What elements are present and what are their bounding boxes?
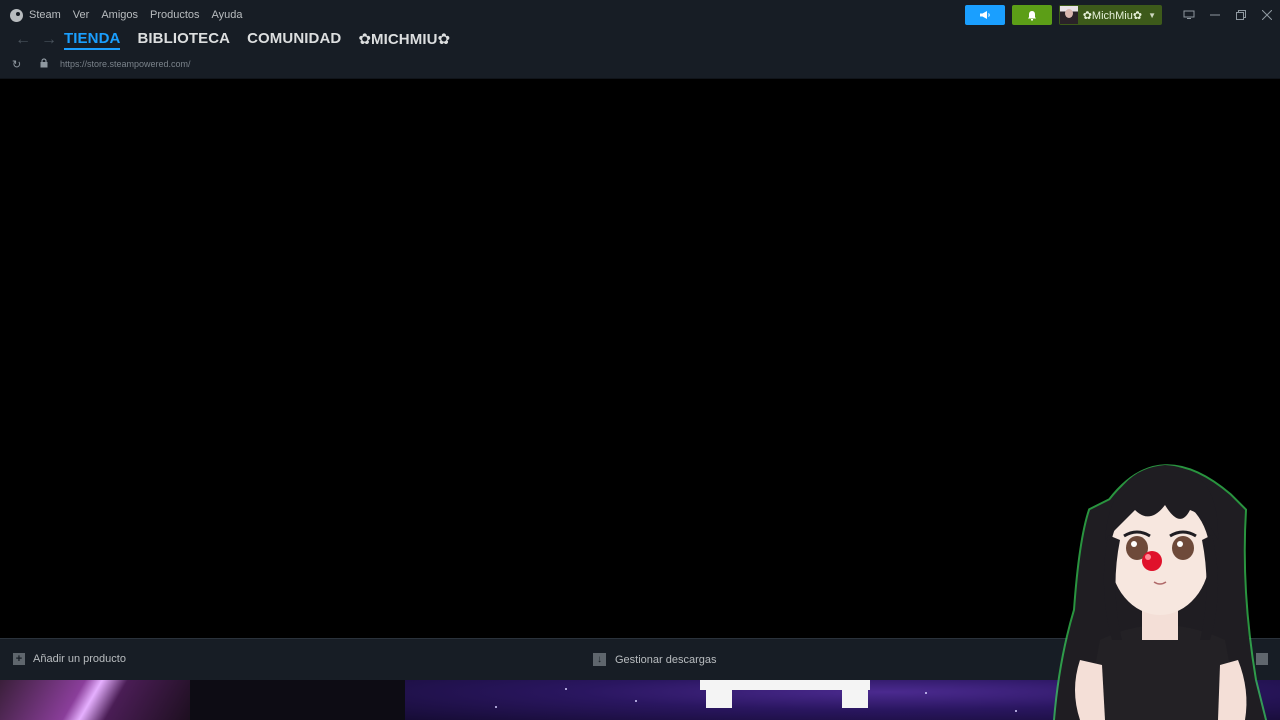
big-picture-button[interactable] <box>1176 5 1202 25</box>
steam-window: Steam Ver Amigos Productos Ayuda ✿MichMi… <box>0 0 1280 720</box>
menu-bar: Steam Ver Amigos Productos Ayuda <box>10 6 243 24</box>
add-product-label: Añadir un producto <box>33 653 126 665</box>
menu-amigos[interactable]: Amigos <box>101 9 138 21</box>
close-button[interactable] <box>1254 5 1280 25</box>
megaphone-icon <box>979 11 990 19</box>
tab-comunidad[interactable]: COMUNIDAD <box>247 30 341 50</box>
top-right-controls: ✿MichMiu✿ ▼ <box>964 5 1280 25</box>
avatar <box>1059 6 1078 24</box>
download-icon: ↓ <box>593 653 606 666</box>
title-bar: Steam Ver Amigos Productos Ayuda ✿MichMi… <box>0 0 1280 79</box>
nav-tabs: TIENDA BIBLIOTECA COMUNIDAD ✿MICHMIU✿ <box>64 30 450 50</box>
steam-logo-icon[interactable] <box>10 8 23 22</box>
monitor-icon <box>1183 10 1195 19</box>
url-text[interactable]: https://store.steampowered.com/ <box>60 59 191 69</box>
window-controls <box>1176 5 1280 25</box>
menu-steam[interactable]: Steam <box>29 9 61 21</box>
add-product-button[interactable]: + Añadir un producto <box>13 653 126 665</box>
restore-button[interactable] <box>1228 5 1254 25</box>
minimize-icon <box>1210 14 1220 16</box>
main-navigation: ← → TIENDA BIBLIOTECA COMUNIDAD ✿MICHMIU… <box>10 29 450 51</box>
chevron-down-icon: ▼ <box>1148 10 1156 20</box>
vtuber-avatar-overlay <box>1040 440 1280 720</box>
minimize-button[interactable] <box>1202 5 1228 25</box>
overlay-image-left <box>0 680 190 720</box>
tab-tienda[interactable]: TIENDA <box>64 30 121 50</box>
broadcast-button[interactable] <box>964 5 1005 25</box>
overlay-image-dark <box>190 680 405 720</box>
arrow-right-icon[interactable]: → <box>36 31 62 49</box>
account-name: ✿MichMiu✿ <box>1082 9 1143 22</box>
notifications-button[interactable] <box>1011 5 1052 25</box>
lock-icon <box>40 58 60 70</box>
url-bar: ↻ https://store.steampowered.com/ <box>12 57 191 71</box>
manage-downloads-button[interactable]: ↓ Gestionar descargas <box>593 653 717 666</box>
menu-ver[interactable]: Ver <box>73 9 90 21</box>
plus-icon: + <box>13 653 25 665</box>
menu-ayuda[interactable]: Ayuda <box>212 9 243 21</box>
tab-biblioteca[interactable]: BIBLIOTECA <box>137 30 230 50</box>
reload-icon[interactable]: ↻ <box>12 58 28 71</box>
arrow-left-icon[interactable]: ← <box>10 31 36 49</box>
account-menu[interactable]: ✿MichMiu✿ ▼ <box>1058 5 1162 25</box>
bell-icon <box>1027 10 1036 20</box>
menu-productos[interactable]: Productos <box>150 9 200 21</box>
tab-profile[interactable]: ✿MICHMIU✿ <box>358 30 450 50</box>
restore-icon <box>1236 10 1246 20</box>
manage-downloads-label: Gestionar descargas <box>615 653 717 666</box>
pixel-art-sprite <box>700 680 870 710</box>
close-icon <box>1262 10 1272 20</box>
